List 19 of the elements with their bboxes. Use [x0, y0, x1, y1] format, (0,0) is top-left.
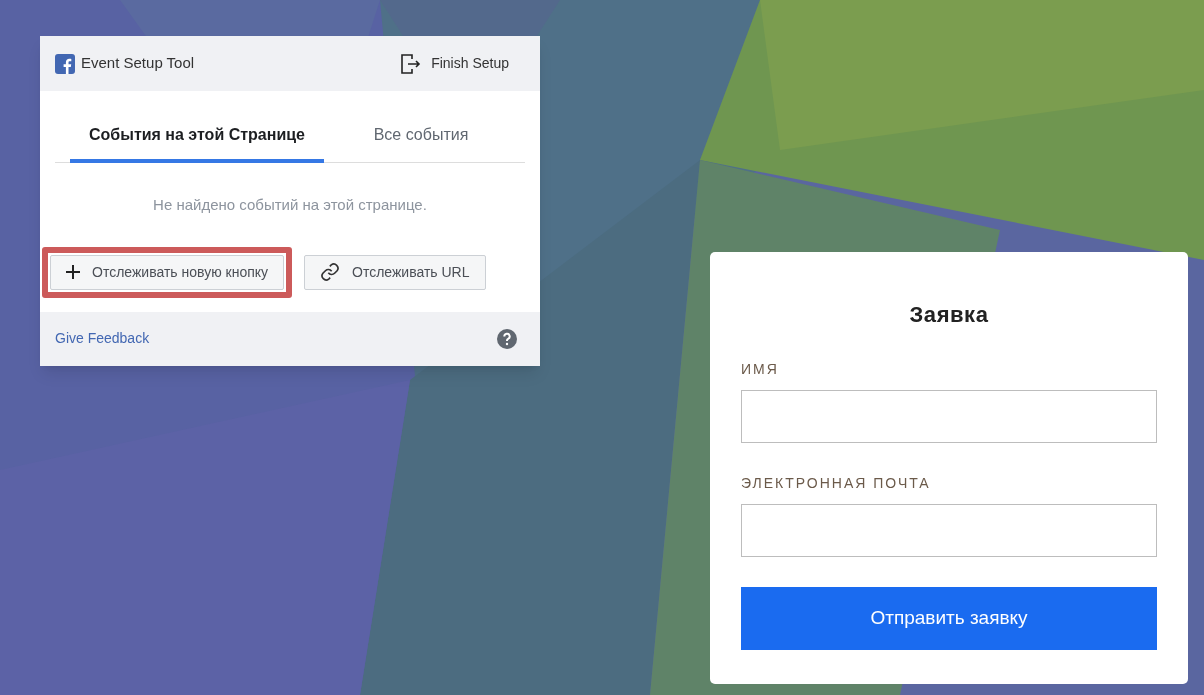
help-icon[interactable]	[497, 328, 517, 349]
field-label: ЭЛЕКТРОННАЯ ПОЧТА	[741, 474, 932, 493]
plus-icon	[66, 265, 80, 279]
tab[interactable]: Все события	[324, 111, 518, 163]
empty-message: Не найдено событий на этой странице.	[152, 195, 428, 215]
submit-button[interactable]: Отправить заявку	[741, 587, 1157, 650]
text-field[interactable]	[741, 390, 1157, 443]
finish-setup-button[interactable]: Finish Setup	[399, 52, 525, 75]
panel-title: Event Setup Tool	[81, 53, 195, 74]
facebook-logo-icon	[55, 53, 75, 74]
exit-icon	[399, 52, 422, 75]
track-button[interactable]: Отслеживать новую кнопку	[50, 254, 285, 290]
tab[interactable]: События на этой Странице	[70, 111, 324, 163]
text-field[interactable]	[741, 504, 1157, 557]
give-feedback-link[interactable]: Give Feedback	[55, 328, 150, 349]
field-label: ИМЯ	[741, 360, 780, 379]
link-icon	[320, 262, 341, 282]
form-title: Заявка	[908, 301, 990, 329]
track-button[interactable]: Отслеживать URL	[304, 254, 486, 290]
